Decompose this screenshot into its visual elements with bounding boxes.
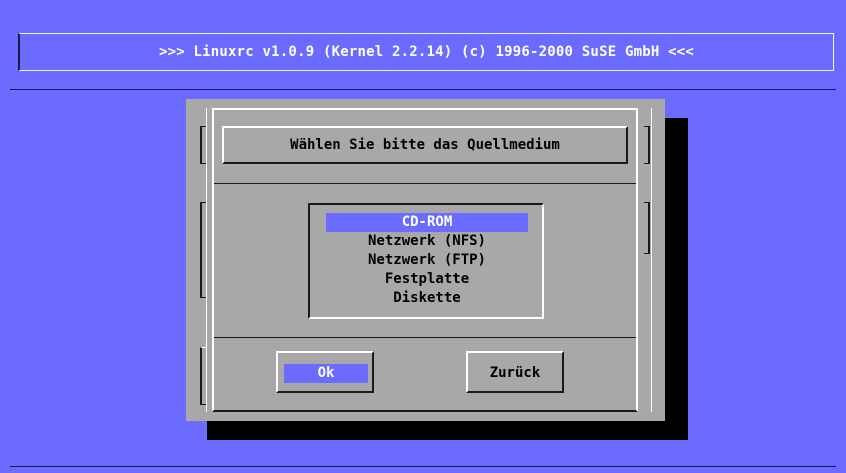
frame-bracket [644,126,650,164]
dialog-divider [214,337,636,338]
list-item-floppy[interactable]: Diskette [326,289,528,308]
ok-button-label: Ok [284,364,368,383]
back-button-label: Zurück [489,365,541,381]
frame-bracket [644,202,650,254]
bottom-separator [10,466,836,467]
dialog-edge-left [206,108,207,412]
dialog-title-box: Wählen Sie bitte das Quellmedium [222,126,628,164]
dialog-divider [214,183,636,184]
dialog-title: Wählen Sie bitte das Quellmedium [290,137,560,153]
list-item-ftp[interactable]: Netzwerk (FTP) [326,251,528,270]
source-medium-dialog: Wählen Sie bitte das Quellmedium CD-ROM … [186,99,665,421]
list-item-nfs[interactable]: Netzwerk (NFS) [326,232,528,251]
header-separator [10,89,836,90]
banner-title: >>> Linuxrc v1.0.9 (Kernel 2.2.14) (c) 1… [159,44,694,60]
dialog-edge-right [651,108,652,412]
frame-bracket [200,126,206,164]
frame-bracket [200,347,206,405]
back-button[interactable]: Zurück [466,351,564,393]
header-banner: >>> Linuxrc v1.0.9 (Kernel 2.2.14) (c) 1… [18,33,834,71]
medium-listbox[interactable]: CD-ROM Netzwerk (NFS) Netzwerk (FTP) Fes… [308,203,544,319]
ok-button[interactable]: Ok [276,351,374,393]
list-item-harddisk[interactable]: Festplatte [326,270,528,289]
frame-bracket [200,202,206,298]
list-item-cdrom[interactable]: CD-ROM [326,213,528,232]
